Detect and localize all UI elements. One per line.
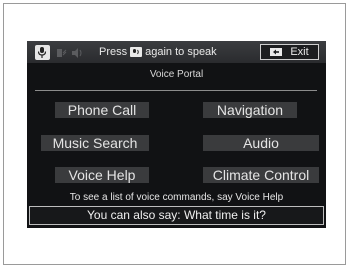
talk-button-icon [130, 47, 143, 57]
command-climate-control[interactable]: Climate Control [203, 167, 319, 183]
suggestion-bar: You can also say: What time is it? [29, 206, 324, 225]
prompt-text-after: again to speak [145, 46, 217, 58]
voice-help-hint: To see a list of voice commands, say Voi… [69, 192, 284, 203]
command-phone-call[interactable]: Phone Call [55, 102, 149, 118]
speak-prompt: Press again to speak [99, 45, 217, 59]
microphone-icon [35, 45, 50, 60]
command-music-search[interactable]: Music Search [41, 135, 149, 151]
voice-portal-screen: Press again to speak Exit Voice Portal P… [27, 41, 326, 228]
exit-button[interactable]: Exit [260, 44, 319, 60]
title-divider [35, 90, 317, 91]
command-navigation[interactable]: Navigation [203, 102, 297, 118]
exit-label: Exit [290, 46, 309, 58]
top-bar: Press again to speak Exit [27, 41, 326, 63]
portal-title: Voice Portal [149, 69, 204, 80]
speaker-icon [71, 46, 83, 58]
command-audio[interactable]: Audio [203, 135, 319, 151]
prompt-text-before: Press [99, 46, 128, 58]
phone-signal-icon [55, 46, 67, 58]
back-icon [270, 48, 283, 56]
command-voice-help[interactable]: Voice Help [55, 167, 149, 183]
